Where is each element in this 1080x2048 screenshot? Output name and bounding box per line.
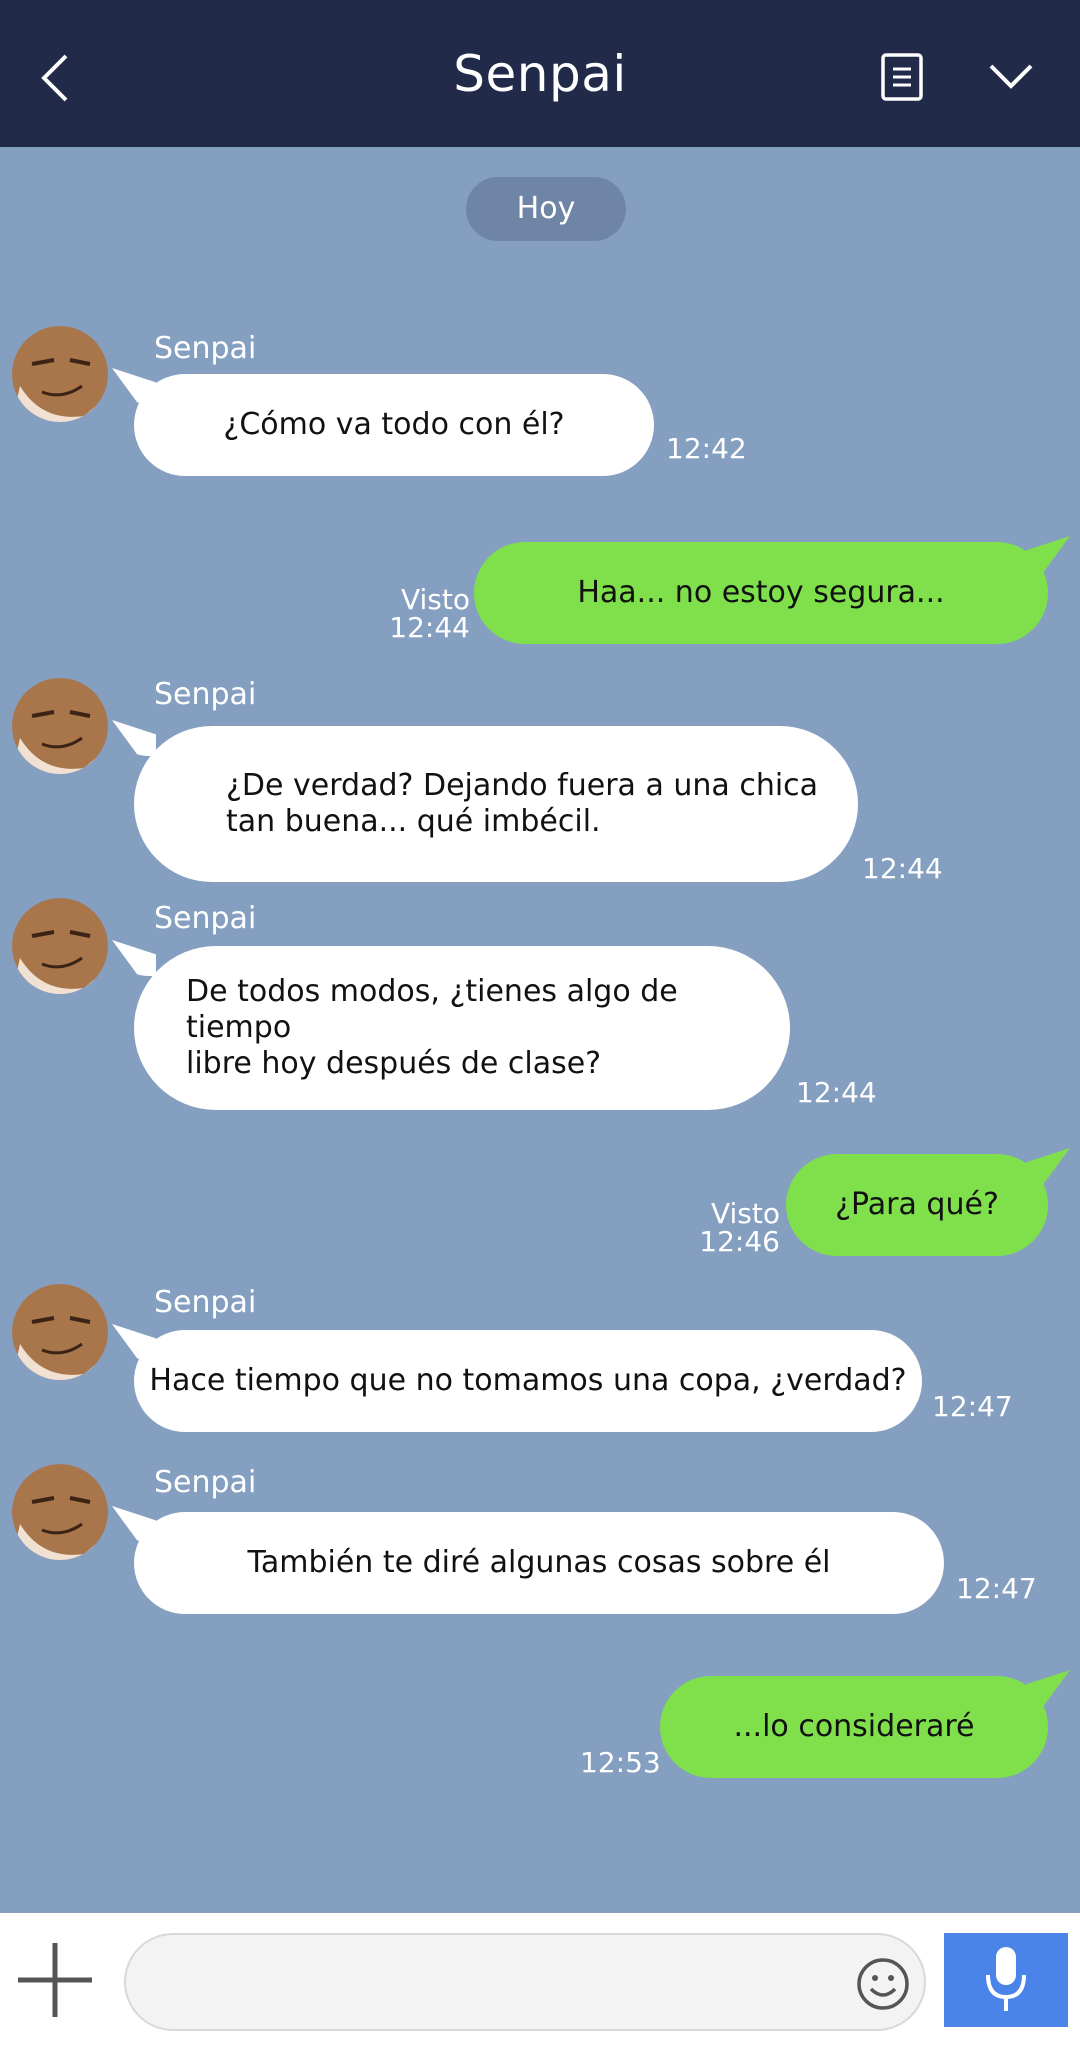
message-time: 12:44: [389, 611, 470, 644]
message-time: 12:53: [580, 1746, 661, 1779]
message-text-line: tan buena... qué imbécil.: [226, 804, 601, 839]
sender-name: Senpai: [154, 677, 257, 712]
message-bubble[interactable]: ...lo consideraré: [660, 1676, 1048, 1778]
date-separator: Hoy: [466, 177, 626, 241]
message-time: 12:42: [666, 432, 747, 465]
chat-header: Senpai: [0, 0, 1080, 147]
notes-icon[interactable]: [880, 52, 924, 102]
message-text: Haa... no estoy segura...: [577, 575, 945, 610]
smiley-icon[interactable]: [856, 1957, 910, 2011]
avatar[interactable]: [12, 1464, 108, 1560]
message-time: 12:47: [932, 1390, 1013, 1423]
message-text: Hace tiempo que no tomamos una copa, ¿ve…: [149, 1363, 907, 1398]
message-bubble[interactable]: También te diré algunas cosas sobre él: [134, 1512, 944, 1614]
message-text-line: libre hoy después de clase?: [186, 1046, 602, 1081]
microphone-button[interactable]: [944, 1933, 1068, 2027]
avatar[interactable]: [12, 326, 108, 422]
sender-name: Senpai: [154, 1465, 257, 1500]
message-bubble[interactable]: De todos modos, ¿tienes algo de tiempo l…: [134, 946, 790, 1110]
message-text: ¿Para qué?: [835, 1187, 999, 1222]
message-time: 12:44: [796, 1076, 877, 1109]
avatar[interactable]: [12, 678, 108, 774]
message-time: 12:46: [699, 1225, 780, 1258]
message-bubble[interactable]: ¿Para qué?: [786, 1154, 1048, 1256]
avatar[interactable]: [12, 1284, 108, 1380]
seen-label: Visto: [710, 1197, 780, 1230]
message-time: 12:47: [956, 1572, 1037, 1605]
seen-label: Visto: [400, 583, 470, 616]
chevron-down-icon[interactable]: [988, 62, 1034, 92]
message-text: También te diré algunas cosas sobre él: [247, 1545, 831, 1580]
read-receipt: Visto 12:44: [380, 586, 470, 642]
avatar[interactable]: [12, 898, 108, 994]
plus-icon[interactable]: [16, 1941, 94, 2019]
sender-name: Senpai: [154, 901, 257, 936]
sender-name: Senpai: [154, 1285, 257, 1320]
message-text: ...lo consideraré: [733, 1709, 975, 1744]
message-composer: [0, 1913, 1080, 2048]
message-bubble[interactable]: Hace tiempo que no tomamos una copa, ¿ve…: [134, 1330, 922, 1432]
message-bubble[interactable]: ¿Cómo va todo con él?: [134, 374, 654, 476]
message-input[interactable]: [124, 1933, 926, 2031]
message-time: 12:44: [862, 852, 943, 885]
sender-name: Senpai: [154, 331, 257, 366]
message-text-line: ¿De verdad? Dejando fuera a una chica: [226, 768, 819, 803]
message-text-line: De todos modos, ¿tienes algo de tiempo: [186, 974, 678, 1045]
read-receipt: Visto 12:46: [690, 1200, 780, 1256]
message-text: ¿Cómo va todo con él?: [223, 407, 565, 442]
microphone-icon: [986, 1947, 1026, 2011]
message-bubble[interactable]: Haa... no estoy segura...: [474, 542, 1048, 644]
message-bubble[interactable]: ¿De verdad? Dejando fuera a una chica ta…: [134, 726, 858, 882]
